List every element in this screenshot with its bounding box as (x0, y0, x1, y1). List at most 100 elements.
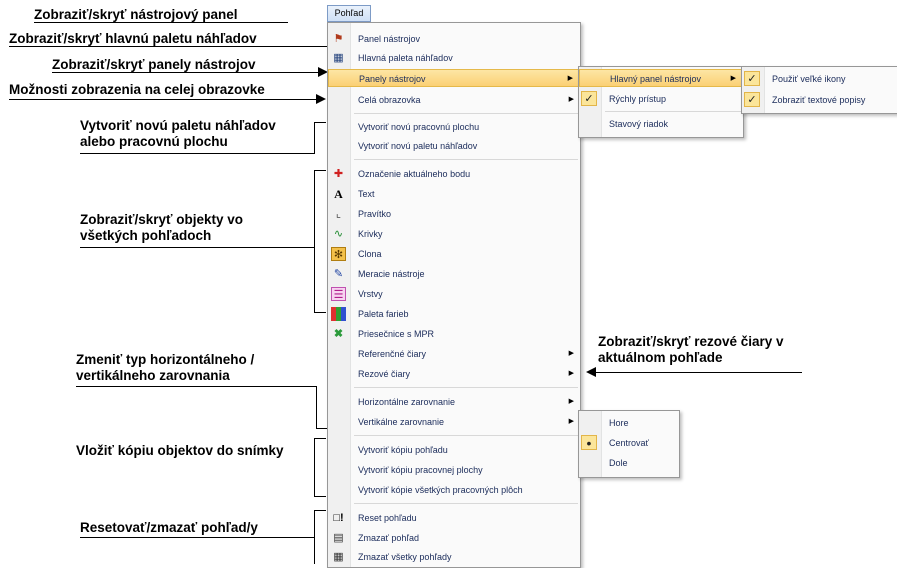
annotation-copy-objects: Vložiť kópiu objektov do snímky (76, 443, 284, 458)
menu-item-vertical-alignment[interactable]: Vertikálne zarovnanie ▶ (328, 413, 580, 431)
menu-separator (354, 159, 578, 160)
ruler-icon: ⌞ (335, 208, 342, 220)
menu-item-toolbar-panel[interactable]: ⚑ Panel nástrojov (328, 30, 580, 48)
menu-item-ruler[interactable]: ⌞ Pravítko (328, 205, 580, 223)
menu-item-copy-all-workspaces[interactable]: Vytvoriť kópie všetkých pracovných plôch (328, 481, 580, 499)
crosshair-icon: ✚ (333, 168, 344, 180)
annotation-toolbar-panel: Zobraziť/skryť nástrojový panel (34, 7, 238, 22)
chevron-right-icon: ▶ (567, 75, 573, 82)
erase-view-icon: ▤ (333, 532, 344, 544)
chevron-right-icon: ▶ (568, 96, 574, 103)
view-menu: ⚑ Panel nástrojov ▦ Hlavná paleta náhľad… (327, 22, 581, 568)
menu-item-new-workspace[interactable]: Vytvoriť novú pracovnú plochu (328, 118, 580, 136)
measure-icon: ✎ (333, 268, 344, 280)
menu-item-delete-all-views[interactable]: ▦ Zmazať všetky pohľady (328, 548, 580, 566)
underline-a8 (76, 386, 316, 387)
menu-item-main-toolbar[interactable]: Hlavný panel nástrojov ▶ (579, 69, 743, 87)
underline-a1 (34, 22, 288, 23)
menu-item-layers[interactable]: ☰ Vrstvy (328, 285, 580, 303)
menu-item-text[interactable]: A Text (328, 185, 580, 203)
toolbar-icon: ⚑ (333, 33, 344, 45)
erase-all-icon: ▦ (333, 551, 344, 563)
menu-item-large-icons[interactable]: ✓ Použiť veľké ikony (742, 70, 897, 88)
menu-item-fullscreen[interactable]: Celá obrazovka ▶ (328, 91, 580, 109)
vertical-alignment-submenu: Hore • Centrovať Dole (578, 410, 680, 478)
menu-item-measure-tools[interactable]: ✎ Meracie nástroje (328, 265, 580, 283)
bracket-a5-top (314, 122, 326, 123)
bracket-a9-v (314, 438, 315, 496)
menu-item-aperture[interactable]: ✻ Clona (328, 245, 580, 263)
menu-separator (605, 111, 741, 112)
check-icon: ✓ (581, 91, 597, 106)
mpr-cross-icon: ✖ (333, 328, 344, 340)
menu-item-color-palette[interactable]: Paleta farieb (328, 305, 580, 323)
menu-item-reset-view[interactable]: □! Reset pohľadu (328, 509, 580, 527)
pointer-a3 (288, 72, 318, 73)
pointer-a7 (596, 372, 802, 373)
menu-item-horizontal-alignment[interactable]: Horizontálne zarovnanie ▶ (328, 393, 580, 411)
check-icon: ✓ (744, 71, 760, 86)
radio-dot-icon: • (581, 435, 597, 451)
menu-tab-view[interactable]: Pohľad (327, 5, 371, 22)
chevron-right-icon: ▶ (568, 398, 574, 405)
annotation-toolbars: Zobraziť/skryť panely nástrojov (52, 57, 256, 72)
pointer-a4 (9, 99, 316, 100)
chevron-right-icon: ▶ (730, 75, 736, 82)
menu-item-toolbars[interactable]: Panely nástrojov ▶ (328, 69, 580, 87)
bracket-a9-top (314, 438, 326, 439)
arrowhead-a7 (586, 367, 596, 377)
menu-item-align-bottom[interactable]: Dole (579, 454, 679, 472)
annotation-fullscreen: Možnosti zobrazenia na celej obrazovke (9, 82, 265, 97)
bracket-a8-v (316, 386, 317, 428)
underline-a2 (9, 46, 327, 47)
chevron-right-icon: ▶ (568, 418, 574, 425)
menu-item-status-bar[interactable]: Stavový riadok (579, 115, 743, 133)
menu-item-text-labels[interactable]: ✓ Zobraziť textové popisy (742, 91, 897, 109)
check-icon: ✓ (744, 92, 760, 107)
reset-icon: □! (333, 512, 344, 524)
arrowhead-a4 (316, 94, 326, 104)
bracket-a10-top (314, 510, 326, 511)
menu-item-align-top[interactable]: Hore (579, 414, 679, 432)
chevron-right-icon: ▶ (568, 370, 574, 377)
bracket-a10-v (314, 510, 315, 564)
menu-separator (354, 113, 578, 114)
main-toolbar-submenu: ✓ Použiť veľké ikony ✓ Zobraziť textové … (741, 66, 897, 114)
menu-item-align-center[interactable]: • Centrovať (579, 434, 679, 452)
menu-item-delete-view[interactable]: ▤ Zmazať pohľad (328, 529, 580, 547)
annotation-main-preview-palette: Zobraziť/skryť hlavnú paletu náhľadov (9, 31, 257, 46)
chevron-right-icon: ▶ (568, 350, 574, 357)
menu-item-mpr-crosslines[interactable]: ✖ Priesečnice s MPR (328, 325, 580, 343)
menu-item-current-point[interactable]: ✚ Označenie aktuálneho bodu (328, 165, 580, 183)
annotation-show-hide-objects: Zobraziť/skryť objekty vo všetkých pohľa… (80, 212, 243, 243)
menu-separator (354, 387, 578, 388)
menu-item-quick-access[interactable]: ✓ Rýchly prístup (579, 90, 743, 108)
bracket-a6-top (314, 170, 326, 171)
bracket-a9-bot (314, 496, 326, 497)
annotation-alignment: Zmeniť typ horizontálneho / vertikálneho… (76, 352, 255, 383)
annotation-reset-delete: Resetovať/zmazať pohľad/y (80, 520, 258, 535)
palette-grid-icon: ▦ (333, 52, 344, 64)
bracket-a5-v (314, 122, 315, 154)
menu-separator (354, 503, 578, 504)
menu-item-main-palette[interactable]: ▦ Hlavná paleta náhľadov (328, 49, 580, 67)
bracket-a5-out (80, 153, 314, 154)
menu-item-copy-view[interactable]: Vytvoriť kópiu pohľadu (328, 441, 580, 459)
underline-a10 (80, 537, 314, 538)
menu-item-new-palette[interactable]: Vytvoriť novú paletu náhľadov (328, 137, 580, 155)
annotation-new-palette-or-workspace: Vytvoriť novú paletu náhľadov alebo prac… (80, 118, 276, 149)
menu-item-copy-workspace[interactable]: Vytvoriť kópiu pracovnej plochy (328, 461, 580, 479)
menu-item-slice-lines[interactable]: Rezové čiary ▶ (328, 365, 580, 383)
text-icon: A (334, 187, 343, 201)
color-palette-icon (331, 307, 346, 321)
menu-separator (354, 435, 578, 436)
menu-item-curves[interactable]: ∿ Krivky (328, 225, 580, 243)
annotation-slice-lines: Zobraziť/skryť rezové čiary v aktuálnom … (598, 334, 784, 365)
aperture-icon: ✻ (331, 247, 346, 261)
underline-a3 (52, 72, 288, 73)
bracket-a6-out (80, 247, 314, 248)
bracket-a6-bot (314, 312, 326, 313)
menu-item-reference-lines[interactable]: Referenčné čiary ▶ (328, 345, 580, 363)
bracket-a6-v (314, 170, 315, 312)
curve-icon: ∿ (333, 228, 344, 240)
